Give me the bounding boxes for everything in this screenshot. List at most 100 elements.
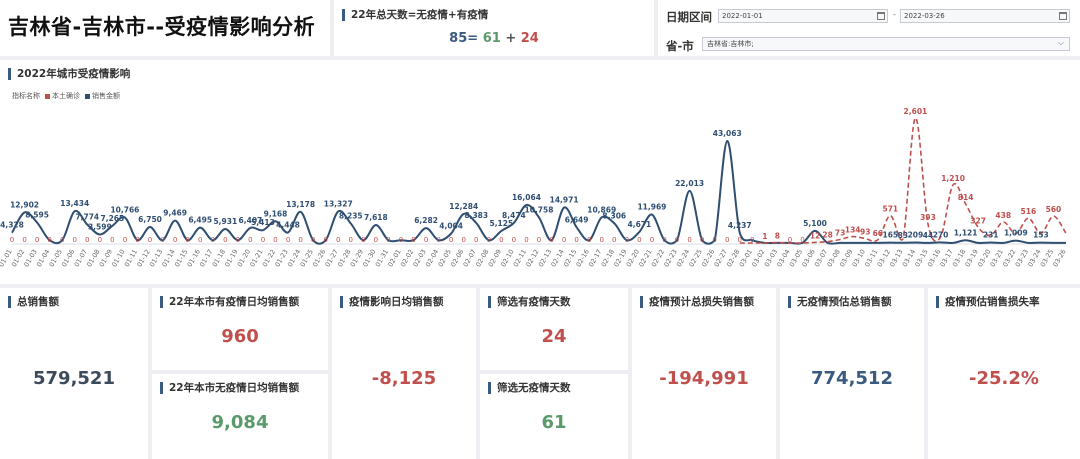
data-label-sales: 12,902 (10, 200, 39, 209)
kpi-title: 无疫情预估总销售额 (788, 296, 892, 308)
data-label-cases: 73 (835, 228, 845, 237)
calendar-icon[interactable] (1059, 12, 1067, 20)
start-date-input[interactable]: 2022-01-01 (718, 9, 888, 23)
page-title: 吉林省-吉林市--受疫情影响分析 (8, 15, 316, 39)
data-label-sales: 8,306 (602, 211, 626, 220)
data-label-cases: 0 (198, 236, 202, 244)
data-label-sales: 6,750 (138, 215, 162, 224)
data-label-cases: 93 (860, 228, 870, 237)
data-label-cases: 0 (687, 236, 691, 244)
kpi-title: 总销售额 (8, 296, 59, 308)
data-label-cases: 0 (524, 236, 528, 244)
kpi-title: 22年本市有疫情日均销售额 (160, 296, 299, 308)
data-label-sales: 13,434 (60, 199, 89, 208)
data-label-cases: 0 (148, 236, 152, 244)
data-label-sales: 5,931 (213, 217, 237, 226)
kpi-estimated-loss: 疫情预计总损失销售额 -194,991 (632, 288, 776, 459)
data-label-cases: 0 (399, 236, 403, 244)
calendar-icon[interactable] (877, 12, 885, 20)
kpi-value: 61 (541, 412, 567, 433)
data-label-cases: 0 (675, 236, 679, 244)
data-label-sales: 22,013 (675, 179, 704, 188)
data-label-cases: 0 (725, 236, 729, 244)
data-label-cases: 571 (883, 205, 899, 214)
data-label-cases: 0 (662, 236, 666, 244)
data-label-cases: 0 (311, 236, 315, 244)
data-label-cases: 0 (273, 236, 277, 244)
data-label-sales: 7,774 (75, 213, 99, 222)
data-label-cases: 2,601 (904, 107, 928, 116)
data-label-sales: 165 (883, 231, 899, 240)
days-total: 85 (449, 31, 468, 46)
data-label-cases: 0 (135, 236, 139, 244)
title-panel: 吉林省-吉林市--受疫情影响分析 (0, 0, 330, 56)
data-label-sales: 7,618 (364, 213, 388, 222)
data-label-sales: 14,971 (550, 196, 579, 205)
data-label-cases: 0 (248, 236, 252, 244)
data-label-cases: 0 (474, 236, 478, 244)
kpi-title: 筛选无疫情天数 (488, 382, 571, 394)
data-label-sales: 10,758 (525, 206, 554, 215)
kpi-title: 疫情影响日均销售额 (340, 296, 444, 308)
kpi-no-epidemic-days: 筛选无疫情天数 61 (480, 374, 628, 459)
data-label-sales: 12,284 (449, 202, 478, 211)
days-equals: = (467, 31, 479, 46)
date-range-label: 日期区间 (666, 10, 712, 24)
kpi-no-epidemic-daily-sales: 22年本市无疫情日均销售额 9,084 (152, 374, 328, 459)
data-label-cases: 0 (22, 236, 26, 244)
data-label-cases: 0 (47, 236, 51, 244)
data-label-sales: 44 (923, 231, 933, 240)
data-label-cases: 0 (487, 236, 491, 244)
data-label-sales: 6,495 (188, 216, 212, 225)
start-date-value: 2022-01-01 (722, 12, 763, 20)
kpi-value: -194,991 (659, 368, 749, 389)
series-line-local-cases (739, 117, 1067, 244)
data-label-cases: 0 (712, 236, 716, 244)
data-label-cases: 0 (499, 236, 503, 244)
data-label-cases: 66 (873, 229, 883, 238)
region-select[interactable]: 吉林省:吉林市; ⌵ (702, 37, 1070, 51)
days-summary-title: 22年总天数=无疫情+有疫情 (342, 9, 488, 21)
data-label-sales: 7,265 (101, 214, 125, 223)
kpi-title: 疫情预计总损失销售额 (640, 296, 754, 308)
kpi-title: 22年本市无疫情日均销售额 (160, 382, 299, 394)
data-label-cases: 0 (461, 236, 465, 244)
data-label-sales: 43,063 (713, 129, 742, 138)
data-label-cases: 0 (637, 236, 641, 244)
data-label-sales: 10,766 (110, 205, 139, 214)
data-label-sales: 9,469 (163, 209, 187, 218)
data-label-sales: 4,671 (628, 220, 652, 229)
data-label-cases: 1 (762, 232, 767, 241)
data-label-cases: 0 (173, 236, 177, 244)
data-label-sales: 13,178 (286, 200, 315, 209)
end-date-input[interactable]: 2022-03-26 (900, 9, 1070, 23)
data-label-cases: 0 (612, 236, 616, 244)
data-label-sales: 8,474 (502, 211, 526, 220)
x-tick-label: 03-26 (1051, 248, 1067, 268)
chevron-down-icon[interactable]: ⌵ (1058, 38, 1064, 47)
data-label-sales: 1,121 (954, 228, 978, 237)
data-label-sales: 209 (908, 231, 924, 240)
data-label-cases: 0 (449, 236, 453, 244)
data-label-sales: 6,649 (565, 215, 589, 224)
data-label-sales: 8,235 (339, 211, 363, 220)
data-label-sales: 3,599 (88, 222, 112, 231)
kpi-value: 24 (541, 326, 567, 347)
days-summary-panel: 22年总天数=无疫情+有疫情 85= 61 + 24 (334, 0, 654, 56)
line-chart: 4,32812,9028,59513,4347,7743,5997,26510,… (0, 107, 1068, 268)
end-date-value: 2022-03-26 (904, 12, 945, 20)
data-label-cases: 0 (336, 236, 340, 244)
kpi-title: 筛选有疫情天数 (488, 296, 571, 308)
data-label-sales: 1,009 (1004, 229, 1028, 238)
data-label-cases: 0 (800, 236, 804, 244)
data-label-cases: 0 (700, 236, 704, 244)
data-label-cases: 0 (587, 236, 591, 244)
data-label-cases: 0 (110, 236, 114, 244)
kpi-epidemic-daily-sales: 22年本市有疫情日均销售额 960 (152, 288, 328, 370)
data-label-sales: 9,168 (264, 209, 288, 218)
data-label-cases: 0 (160, 236, 164, 244)
data-label-sales: 270 (933, 230, 949, 239)
data-label-cases: 560 (1046, 205, 1062, 214)
kpi-loss-rate: 疫情预估销售损失率 -25.2% (928, 288, 1080, 459)
data-label-cases: 438 (995, 211, 1011, 220)
